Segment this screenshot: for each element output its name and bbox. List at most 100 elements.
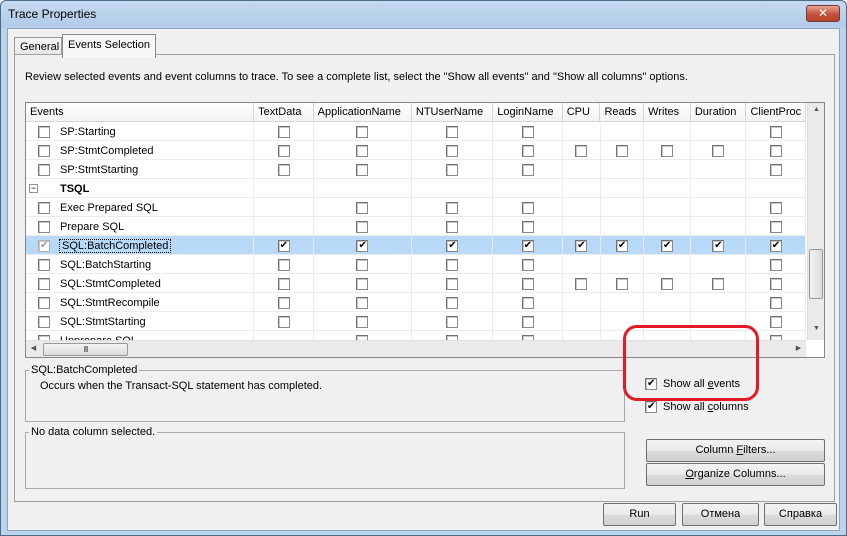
column-checkbox[interactable]	[712, 239, 725, 252]
column-checkbox[interactable]	[521, 201, 534, 214]
column-checkbox[interactable]	[769, 125, 782, 138]
column-checkbox[interactable]	[277, 277, 290, 290]
column-header-duration[interactable]: Duration	[691, 103, 747, 122]
event-checkbox[interactable]	[38, 277, 50, 290]
event-row[interactable]: SQL:StmtRecompile	[26, 293, 806, 312]
column-checkbox[interactable]	[769, 258, 782, 271]
column-checkbox[interactable]	[661, 239, 674, 252]
help-button[interactable]: Справка	[764, 503, 837, 526]
event-row[interactable]: SQL:StmtCompleted	[26, 274, 806, 293]
column-checkbox[interactable]	[575, 239, 588, 252]
column-checkbox[interactable]	[446, 144, 459, 157]
scroll-right-arrow-icon[interactable]: ▶	[791, 344, 806, 352]
column-checkbox[interactable]	[446, 239, 459, 252]
event-row[interactable]: SQL:BatchCompleted	[26, 236, 806, 255]
event-checkbox[interactable]	[38, 220, 50, 233]
column-checkbox[interactable]	[575, 277, 588, 290]
vertical-scroll-thumb[interactable]	[809, 249, 823, 299]
cancel-button[interactable]: Отмена	[682, 503, 759, 526]
show-all-columns-checkbox[interactable]	[645, 401, 657, 413]
vertical-scrollbar[interactable]: ▲ ▼	[807, 103, 824, 340]
column-checkbox[interactable]	[356, 258, 369, 271]
column-checkbox[interactable]	[712, 277, 725, 290]
column-filters-button[interactable]: Column Filters...	[646, 439, 825, 462]
column-checkbox[interactable]	[712, 144, 725, 157]
event-checkbox[interactable]	[38, 296, 50, 309]
scroll-down-arrow-icon[interactable]: ▼	[809, 325, 824, 332]
column-checkbox[interactable]	[356, 163, 369, 176]
column-checkbox[interactable]	[769, 144, 782, 157]
column-header-reads[interactable]: Reads	[600, 103, 645, 122]
column-header-textdata[interactable]: TextData	[254, 103, 314, 122]
column-checkbox[interactable]	[356, 296, 369, 309]
event-checkbox[interactable]	[38, 163, 50, 176]
event-row[interactable]: Prepare SQL	[26, 217, 806, 236]
column-checkbox[interactable]	[521, 125, 534, 138]
show-all-columns-option[interactable]: Show all columns	[645, 401, 749, 413]
event-checkbox[interactable]	[38, 315, 50, 328]
tab-events-selection[interactable]: Events Selection	[62, 34, 156, 58]
column-checkbox[interactable]	[521, 277, 534, 290]
event-row[interactable]: SP:StmtCompleted	[26, 141, 806, 160]
event-checkbox[interactable]	[38, 239, 50, 252]
column-checkbox[interactable]	[446, 258, 459, 271]
column-checkbox[interactable]	[575, 144, 588, 157]
column-header-events[interactable]: Events	[26, 103, 255, 122]
organize-columns-button[interactable]: Organize Columns...	[646, 463, 825, 486]
event-checkbox[interactable]	[38, 125, 50, 138]
horizontal-scroll-thumb[interactable]: III	[43, 343, 128, 356]
column-checkbox[interactable]	[277, 258, 290, 271]
column-checkbox[interactable]	[356, 277, 369, 290]
column-checkbox[interactable]	[356, 315, 369, 328]
column-checkbox[interactable]	[446, 277, 459, 290]
column-header-clientproc[interactable]: ClientProc	[746, 103, 806, 122]
column-checkbox[interactable]	[521, 163, 534, 176]
event-row[interactable]: SP:Starting	[26, 122, 806, 141]
column-checkbox[interactable]	[446, 125, 459, 138]
column-checkbox[interactable]	[769, 239, 782, 252]
category-row[interactable]: − TSQL	[26, 179, 806, 198]
column-header-applicationname[interactable]: ApplicationName	[314, 103, 412, 122]
column-checkbox[interactable]	[521, 220, 534, 233]
scroll-left-arrow-icon[interactable]: ◀	[26, 344, 41, 352]
column-checkbox[interactable]	[356, 201, 369, 214]
column-header-ntusername[interactable]: NTUserName	[412, 103, 494, 122]
event-checkbox[interactable]	[38, 258, 50, 271]
column-checkbox[interactable]	[615, 144, 628, 157]
column-checkbox[interactable]	[356, 239, 369, 252]
close-button[interactable]: ✕	[806, 5, 840, 22]
column-checkbox[interactable]	[615, 239, 628, 252]
column-checkbox[interactable]	[277, 315, 290, 328]
column-checkbox[interactable]	[769, 220, 782, 233]
column-checkbox[interactable]	[356, 220, 369, 233]
column-checkbox[interactable]	[769, 201, 782, 214]
column-checkbox[interactable]	[356, 144, 369, 157]
column-checkbox[interactable]	[446, 315, 459, 328]
column-checkbox[interactable]	[277, 296, 290, 309]
event-checkbox[interactable]	[38, 201, 50, 214]
column-header-writes[interactable]: Writes	[644, 103, 691, 122]
event-checkbox[interactable]	[38, 144, 50, 157]
column-checkbox[interactable]	[661, 144, 674, 157]
column-checkbox[interactable]	[356, 125, 369, 138]
collapse-icon[interactable]: −	[29, 184, 38, 193]
column-checkbox[interactable]	[615, 277, 628, 290]
column-checkbox[interactable]	[277, 163, 290, 176]
column-checkbox[interactable]	[521, 296, 534, 309]
event-row[interactable]: SQL:BatchStarting	[26, 255, 806, 274]
column-checkbox[interactable]	[521, 239, 534, 252]
event-row[interactable]: Exec Prepared SQL	[26, 198, 806, 217]
column-checkbox[interactable]	[521, 315, 534, 328]
column-checkbox[interactable]	[277, 144, 290, 157]
column-header-cpu[interactable]: CPU	[563, 103, 601, 122]
column-checkbox[interactable]	[521, 258, 534, 271]
column-checkbox[interactable]	[277, 239, 290, 252]
column-checkbox[interactable]	[661, 277, 674, 290]
column-checkbox[interactable]	[277, 125, 290, 138]
column-checkbox[interactable]	[446, 296, 459, 309]
column-checkbox[interactable]	[769, 296, 782, 309]
scroll-up-arrow-icon[interactable]: ▲	[809, 106, 824, 113]
column-checkbox[interactable]	[446, 220, 459, 233]
column-checkbox[interactable]	[446, 163, 459, 176]
column-checkbox[interactable]	[769, 315, 782, 328]
